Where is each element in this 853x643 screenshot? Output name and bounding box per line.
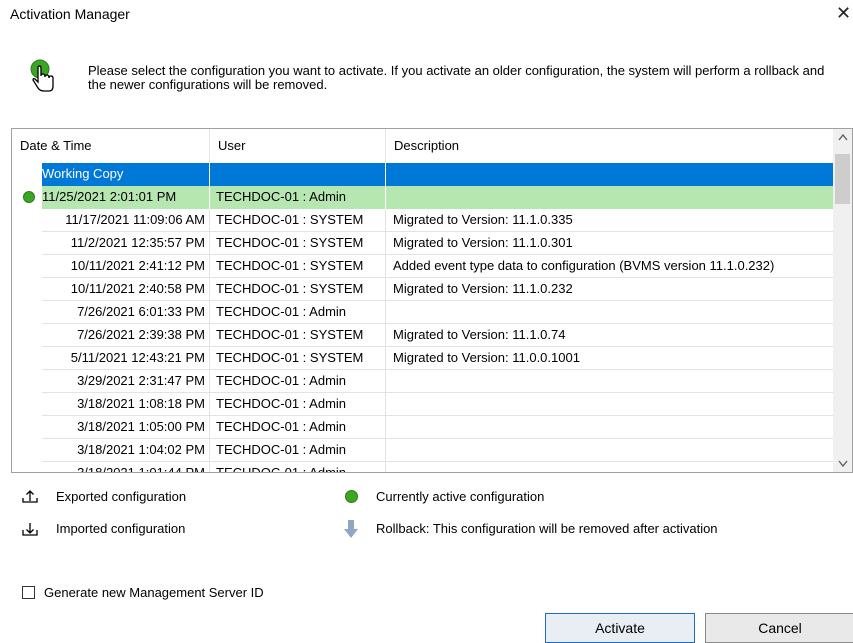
scroll-down-icon[interactable]	[833, 455, 852, 472]
generate-server-id-checkbox[interactable]	[22, 586, 35, 599]
rollback-arrow-icon	[343, 519, 359, 539]
instruction-text: Please select the configuration you want…	[88, 63, 825, 92]
cell-description: Migrated to Version: 11.0.0.1001	[393, 350, 580, 365]
cell-description: Migrated to Version: 11.1.0.74	[393, 327, 566, 342]
table-row[interactable]: Working Copy	[12, 163, 833, 186]
table-row[interactable]: 7/26/2021 6:01:33 PM TECHDOC-01 : Admin	[12, 301, 833, 324]
import-icon	[21, 519, 39, 537]
cell-description	[386, 301, 833, 324]
legend-active-label: Currently active configuration	[376, 489, 545, 504]
active-config-dot-icon	[23, 191, 35, 203]
cell-description: Migrated to Version: 11.1.0.301	[393, 235, 573, 250]
cell-user: TECHDOC-01 : Admin	[216, 373, 347, 388]
cell-date: 3/18/2021 1:01:44 PM	[77, 465, 205, 473]
close-icon[interactable]: ✕	[836, 3, 851, 24]
cell-user	[210, 163, 385, 186]
cell-date: 3/18/2021 1:08:18 PM	[77, 396, 205, 411]
cell-user: TECHDOC-01 : SYSTEM	[216, 327, 364, 342]
export-icon	[21, 487, 39, 505]
active-config-dot-icon	[345, 490, 358, 503]
cell-date: 10/11/2021 2:40:58 PM	[70, 281, 205, 296]
scroll-up-icon[interactable]	[833, 129, 852, 146]
table-row[interactable]: 3/18/2021 1:05:00 PM TECHDOC-01 : Admin	[12, 416, 833, 439]
cancel-button[interactable]: Cancel	[705, 613, 853, 643]
table-row[interactable]: 5/11/2021 12:43:21 PM TECHDOC-01 : SYSTE…	[12, 347, 833, 370]
cell-date: 3/29/2021 2:31:47 PM	[77, 373, 205, 388]
cell-description	[386, 163, 833, 186]
cell-date: 7/26/2021 6:01:33 PM	[77, 304, 205, 319]
legend-exported-label: Exported configuration	[56, 489, 187, 504]
table-row[interactable]: 3/29/2021 2:31:47 PM TECHDOC-01 : Admin	[12, 370, 833, 393]
cell-description: Migrated to Version: 11.1.0.232	[393, 281, 573, 296]
table-row[interactable]: 3/18/2021 1:01:44 PM TECHDOC-01 : Admin	[12, 462, 833, 473]
table-row[interactable]: 11/2/2021 12:35:57 PM TECHDOC-01 : SYSTE…	[12, 232, 833, 255]
table-row[interactable]: 11/25/2021 2:01:01 PM TECHDOC-01 : Admin	[12, 186, 833, 209]
hand-pointer-icon	[28, 58, 58, 94]
cell-user: TECHDOC-01 : Admin	[216, 419, 347, 434]
cell-description	[386, 462, 833, 472]
table-header: Date & Time User Description	[12, 129, 833, 163]
window-title: Activation Manager	[10, 6, 130, 22]
cell-description: Migrated to Version: 11.1.0.335	[393, 212, 573, 227]
cell-date: 3/18/2021 1:04:02 PM	[77, 442, 205, 457]
legend-rollback-label: Rollback: This configuration will be rem…	[376, 521, 718, 536]
cell-user: TECHDOC-01 : SYSTEM	[216, 258, 364, 273]
cell-user: TECHDOC-01 : SYSTEM	[216, 281, 364, 296]
cell-user: TECHDOC-01 : Admin	[216, 465, 347, 473]
generate-server-id-label[interactable]: Generate new Management Server ID	[44, 585, 264, 600]
cell-description	[386, 416, 833, 439]
configuration-table[interactable]: Date & Time User Description Working Cop…	[11, 128, 853, 473]
column-header-user[interactable]: User	[210, 129, 385, 163]
cell-description	[386, 370, 833, 393]
cell-description	[386, 393, 833, 416]
legend-imported-label: Imported configuration	[56, 521, 186, 536]
vertical-scrollbar[interactable]	[833, 129, 852, 472]
cell-user: TECHDOC-01 : SYSTEM	[216, 212, 364, 227]
cell-user: TECHDOC-01 : Admin	[216, 396, 347, 411]
scrollbar-thumb[interactable]	[835, 154, 850, 204]
table-row[interactable]: 7/26/2021 2:39:38 PM TECHDOC-01 : SYSTEM…	[12, 324, 833, 347]
cell-date: 7/26/2021 2:39:38 PM	[77, 327, 205, 342]
cell-date: 11/25/2021 2:01:01 PM	[42, 186, 209, 209]
cell-user: TECHDOC-01 : Admin	[216, 442, 347, 457]
table-row[interactable]: 11/17/2021 11:09:06 AM TECHDOC-01 : SYST…	[12, 209, 833, 232]
cell-description	[386, 439, 833, 462]
cell-date: Working Copy	[42, 163, 209, 186]
table-row[interactable]: 10/11/2021 2:41:12 PM TECHDOC-01 : SYSTE…	[12, 255, 833, 278]
cell-user: TECHDOC-01 : Admin	[210, 186, 385, 209]
table-row[interactable]: 3/18/2021 1:04:02 PM TECHDOC-01 : Admin	[12, 439, 833, 462]
cell-date: 5/11/2021 12:43:21 PM	[70, 350, 205, 365]
cell-description	[386, 186, 833, 209]
cell-date: 11/2/2021 12:35:57 PM	[70, 235, 205, 250]
table-row[interactable]: 10/11/2021 2:40:58 PM TECHDOC-01 : SYSTE…	[12, 278, 833, 301]
cell-description: Added event type data to configuration (…	[393, 258, 775, 273]
column-header-date[interactable]: Date & Time	[12, 129, 209, 163]
cell-date: 3/18/2021 1:05:00 PM	[77, 419, 205, 434]
table-row[interactable]: 3/18/2021 1:08:18 PM TECHDOC-01 : Admin	[12, 393, 833, 416]
cell-date: 11/17/2021 11:09:06 AM	[65, 212, 205, 227]
cell-user: TECHDOC-01 : SYSTEM	[216, 235, 364, 250]
activate-button[interactable]: Activate	[545, 613, 695, 643]
cell-user: TECHDOC-01 : Admin	[216, 304, 347, 319]
column-header-description[interactable]: Description	[386, 129, 833, 163]
cell-date: 10/11/2021 2:41:12 PM	[70, 258, 205, 273]
cell-user: TECHDOC-01 : SYSTEM	[216, 350, 364, 365]
